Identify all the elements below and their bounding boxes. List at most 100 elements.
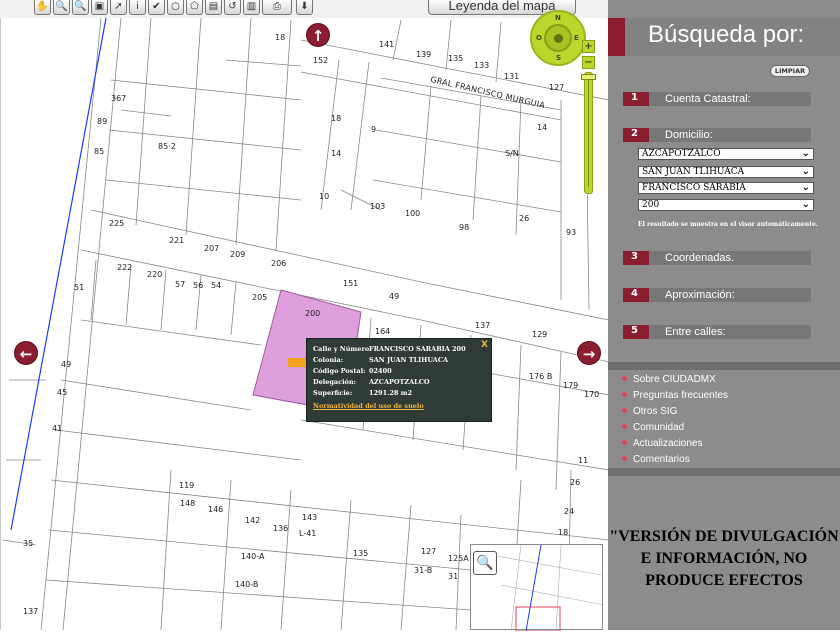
zoom-in-button[interactable]: + bbox=[582, 40, 595, 53]
lot-number-label: 49 bbox=[61, 360, 72, 369]
zoom-slider-track[interactable] bbox=[584, 72, 593, 194]
lot-number-label: 151 bbox=[343, 279, 359, 288]
lot-number-label: 152 bbox=[313, 56, 329, 65]
lot-number-label: 367 bbox=[111, 94, 127, 103]
popup-row-value: SAN JUAN TLIHUACA bbox=[369, 356, 449, 364]
section-label: Domicilio: bbox=[665, 129, 713, 141]
lot-number-label: 98 bbox=[459, 223, 470, 232]
clear-button[interactable]: LIMPIAR bbox=[770, 65, 810, 77]
lot-number-label: 143 bbox=[302, 513, 318, 522]
pan-north-button[interactable]: ↑ bbox=[306, 23, 330, 47]
section-between-streets[interactable]: 5 Entre calles: bbox=[623, 325, 811, 339]
borough-select[interactable]: AZCAPOTZALCO ⌄ bbox=[638, 148, 814, 160]
lot-number-label: S/N bbox=[505, 149, 519, 158]
panel-link[interactable]: Comunidad bbox=[622, 422, 684, 434]
section-number: 5 bbox=[631, 325, 638, 336]
lot-number-label: 31-B bbox=[414, 566, 433, 575]
popup-row-value: AZCAPOTZALCO bbox=[369, 378, 430, 386]
select-value: AZCAPOTZALCO bbox=[642, 149, 721, 159]
info-icon[interactable]: i bbox=[129, 0, 146, 15]
panel-link-label: Sobre CIUDADMX bbox=[633, 374, 716, 385]
pan-east-button[interactable]: → bbox=[577, 341, 601, 365]
popup-row-key: Código Postal: bbox=[313, 367, 366, 375]
pan-west-button[interactable]: ← bbox=[14, 341, 38, 365]
panel-link-label: Comentarios bbox=[633, 454, 690, 465]
zoom-out-button[interactable]: − bbox=[582, 56, 595, 69]
popup-row: Calle y Número:FRANCISCO SARABIA 200 bbox=[313, 345, 485, 356]
section-label: Coordenadas. bbox=[665, 252, 735, 264]
number-select[interactable]: 200 ⌄ bbox=[638, 199, 814, 211]
panel-link-label: Otros SIG bbox=[633, 406, 678, 417]
hand-pan-icon[interactable]: ✋ bbox=[34, 0, 51, 15]
popup-row-value: 02400 bbox=[369, 367, 392, 375]
pointer-icon[interactable]: ➚ bbox=[110, 0, 127, 15]
save-icon[interactable]: ▣ bbox=[91, 0, 108, 15]
section-coordinates[interactable]: 3 Coordenadas. bbox=[623, 251, 811, 265]
lot-number-label: 221 bbox=[169, 236, 185, 245]
polygon-tool-icon[interactable]: ⬠ bbox=[186, 0, 203, 15]
section-approximation[interactable]: 4 Aproximación: bbox=[623, 288, 811, 302]
circle-tool-icon[interactable]: ○ bbox=[167, 0, 184, 15]
panel-link[interactable]: Actualizaciones bbox=[622, 438, 702, 450]
lot-number-label: L-41 bbox=[299, 529, 317, 538]
zoom-out-icon[interactable]: 🔍 bbox=[72, 0, 89, 15]
lot-number-label: 18 bbox=[558, 528, 569, 537]
document-tool-icon[interactable]: ▥ bbox=[243, 0, 260, 15]
popup-row-value: 1291.28 m2 bbox=[369, 389, 413, 397]
land-use-link[interactable]: Normatividad del uso de suelo bbox=[313, 402, 485, 410]
lot-number-label: 176 B bbox=[529, 372, 553, 381]
bullet-icon bbox=[622, 424, 627, 429]
popup-row: Colonia: SAN JUAN TLIHUACA bbox=[313, 356, 485, 367]
lot-number-label: 89 bbox=[97, 117, 108, 126]
lot-number-label: 85·2 bbox=[158, 142, 176, 151]
section-number: 4 bbox=[631, 288, 638, 299]
map-viewer[interactable]: 18 152 141 139 135 133 131 127 367 89 18 9 14 85 85·2 1… bbox=[0, 18, 608, 630]
divider bbox=[608, 468, 840, 476]
panel-link-label: Preguntas frecuentes bbox=[633, 390, 729, 401]
search-panel: Búsqueda por: LIMPIAR 1 Cuenta Catastral… bbox=[608, 0, 840, 630]
lot-number-label: 146 bbox=[208, 505, 224, 514]
popup-row-value: FRANCISCO SARABIA 200 bbox=[369, 345, 466, 353]
select-tool-icon[interactable]: ▤ bbox=[205, 0, 222, 15]
panel-link[interactable]: Sobre CIUDADMX bbox=[622, 374, 716, 386]
compass-control[interactable]: N S E O bbox=[530, 10, 586, 66]
lot-number-label: 127 bbox=[549, 83, 565, 92]
map-toolbar: ✋ 🔍 🔍 ▣ ➚ i ✔ ○ ⬠ ▤ ↺ ▥ ⎙ ⬇ Leyenda del mapa bbox=[0, 0, 608, 18]
lot-info-popup: X Calle y Número:FRANCISCO SARABIA 200 Co… bbox=[306, 338, 492, 422]
lot-number-label: 26 bbox=[570, 478, 581, 487]
panel-link-label: Comunidad bbox=[633, 422, 685, 433]
lot-number-label: 133 bbox=[474, 61, 490, 70]
panel-link[interactable]: Preguntas frecuentes bbox=[622, 390, 728, 402]
popup-close-button[interactable]: X bbox=[481, 340, 488, 350]
compass-west-label[interactable]: O bbox=[536, 34, 542, 42]
compass-south-label[interactable]: S bbox=[556, 54, 561, 62]
street-select[interactable]: FRANCISCO SARABIA ⌄ bbox=[638, 182, 814, 194]
check-tool-icon[interactable]: ✔ bbox=[148, 0, 165, 15]
lot-number-label: 127 bbox=[421, 547, 437, 556]
neighborhood-select[interactable]: SAN JUAN TLIHUACA ⌄ bbox=[638, 166, 814, 178]
select-value: SAN JUAN TLIHUACA bbox=[642, 167, 745, 177]
print-icon[interactable]: ⎙ bbox=[262, 0, 292, 15]
panel-link[interactable]: Comentarios bbox=[622, 454, 690, 466]
panel-link[interactable]: Otros SIG bbox=[622, 406, 677, 418]
overview-zoom-icon[interactable]: 🔍 bbox=[473, 551, 497, 575]
lot-number-label: 207 bbox=[204, 244, 220, 253]
bullet-icon bbox=[622, 408, 627, 413]
zoom-slider-thumb[interactable] bbox=[581, 74, 596, 80]
section-cadastral-account[interactable]: 1 Cuenta Catastral: bbox=[623, 92, 811, 106]
section-address[interactable]: 2 Domicilio: bbox=[623, 128, 811, 142]
download-icon[interactable]: ⬇ bbox=[296, 0, 313, 15]
compass-east-label[interactable]: E bbox=[574, 34, 579, 42]
lot-number-label: 100 bbox=[405, 209, 421, 218]
lot-number-label: 222 bbox=[117, 263, 133, 272]
compass-north-label[interactable]: N bbox=[555, 14, 561, 22]
lot-number-label: 136 bbox=[273, 524, 289, 533]
rotate-tool-icon[interactable]: ↺ bbox=[224, 0, 241, 15]
popup-row-key: Colonia: bbox=[313, 356, 344, 364]
lot-number-label: 9 bbox=[371, 125, 377, 134]
lot-number-label: 148 bbox=[180, 499, 196, 508]
lot-number-label: 141 bbox=[379, 40, 395, 49]
result-note: El resultado se muestra en el visor auto… bbox=[638, 221, 818, 228]
popup-row-key: Superficie: bbox=[313, 389, 353, 397]
zoom-in-icon[interactable]: 🔍 bbox=[53, 0, 70, 15]
